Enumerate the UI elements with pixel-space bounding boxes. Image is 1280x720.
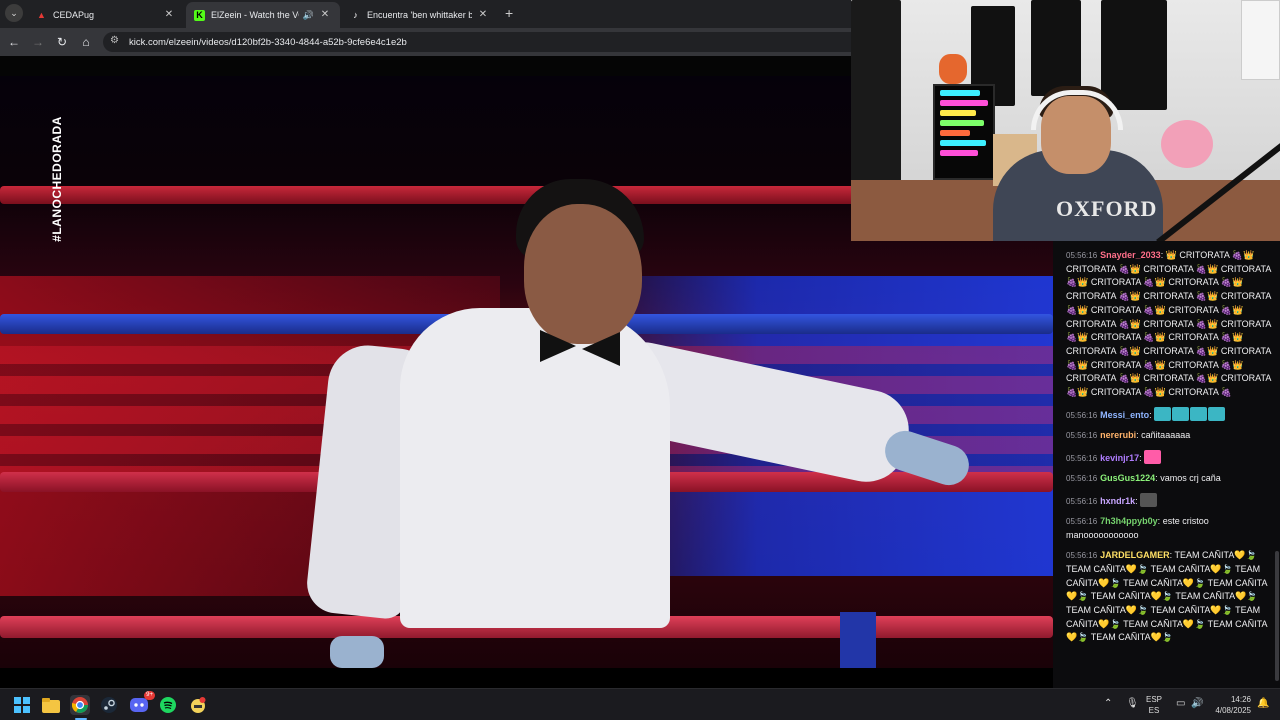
chat-username[interactable]: 7h3h4ppyb0y xyxy=(1100,516,1158,526)
reload-icon[interactable]: ↻ xyxy=(53,33,71,51)
bowtie xyxy=(540,326,620,370)
chat-username[interactable]: Messi_ento xyxy=(1100,410,1149,420)
chat-timestamp: 05:56:16 xyxy=(1066,251,1098,260)
tab-tiktok[interactable]: ♪ Encuentra 'ben whittaker boxin ✕ xyxy=(342,2,498,28)
chopper-plush xyxy=(1161,120,1213,168)
site-info-icon[interactable]: ⚙ xyxy=(110,35,119,46)
discord-icon[interactable]: 9+ xyxy=(129,691,155,715)
close-tab-icon[interactable]: ✕ xyxy=(318,8,332,22)
home-icon[interactable]: ⌂ xyxy=(77,33,95,51)
chat-timestamp: 05:56:16 xyxy=(1066,453,1098,463)
notifications-icon[interactable]: 🔔 xyxy=(1257,698,1269,720)
referee-face xyxy=(524,204,642,344)
referee-shirt xyxy=(400,308,670,628)
chat-username[interactable]: JARDELGAMER xyxy=(1100,550,1170,560)
chat-timestamp: 05:56:16 xyxy=(1066,551,1098,561)
discord-notification-badge: 9+ xyxy=(144,691,155,700)
clock-time: 14:26 xyxy=(1230,695,1251,704)
hashtag-text: #LANOCHEDORADA xyxy=(50,116,64,242)
file-explorer-icon[interactable] xyxy=(41,695,61,715)
new-tab-button[interactable]: + xyxy=(505,6,513,20)
chat-message-text: 👑 CRITORATA 🍇👑 CRITORATA 🍇👑 CRITORATA 🍇👑… xyxy=(1066,250,1271,398)
chat-emote-icon xyxy=(1140,492,1158,507)
chat-scrollbar[interactable] xyxy=(1275,551,1279,681)
chat-message: 05:56:16 JARDELGAMER: TEAM CAÑITA💛🍃 TEAM … xyxy=(1053,549,1280,645)
chat-message-text: TEAM CAÑITA💛🍃 TEAM CAÑITA💛🍃 TEAM CAÑITA💛… xyxy=(1066,550,1268,643)
chrome-icon[interactable] xyxy=(70,695,90,715)
plush-toy xyxy=(939,54,967,84)
chat-username[interactable]: Snayder_2033 xyxy=(1100,250,1161,260)
windows-taskbar: 9+ ⌃ 🎙 ESP ES ▭ 🔊 14:26 4/08/2025 🔔 xyxy=(0,688,1280,720)
back-icon[interactable]: ← xyxy=(5,33,23,51)
clock-date: 4/08/2025 xyxy=(1215,706,1251,715)
page-top-strip xyxy=(0,56,851,76)
chat-message: 05:56:16 Messi_ento: xyxy=(1053,406,1280,423)
chat-emote-icon xyxy=(1190,406,1208,421)
acoustic-panel xyxy=(1101,0,1167,110)
language-indicator[interactable]: ESP ES xyxy=(1146,694,1162,720)
neon-menu-board xyxy=(933,84,995,180)
microphone-icon[interactable]: 🎙 xyxy=(1126,698,1139,720)
tab-title: ElZeein - Watch the VOD on xyxy=(211,10,299,20)
cedapug-icon: ▲ xyxy=(37,10,46,20)
chat-message: 05:56:16 7h3h4ppyb0y: este cristoo manooo… xyxy=(1053,515,1280,542)
forward-icon[interactable]: → xyxy=(29,33,47,51)
acoustic-panel xyxy=(851,0,901,190)
referee-glove-left xyxy=(330,636,384,668)
chat-timestamp: 05:56:16 xyxy=(1066,410,1098,420)
volume-icon[interactable]: 🔊 xyxy=(1191,698,1203,720)
close-tab-icon[interactable]: ✕ xyxy=(162,8,176,22)
chat-emote-icon xyxy=(1154,406,1172,421)
app-icon[interactable] xyxy=(188,695,208,715)
chat-message-text: cañitaaaaaa xyxy=(1141,430,1191,441)
kick-icon: K xyxy=(194,9,205,21)
chat-emote-icon xyxy=(1172,406,1190,421)
tiktok-icon: ♪ xyxy=(353,10,358,20)
chat-message: 05:56:16 hxndr1k: xyxy=(1053,492,1280,509)
language-code: ESP xyxy=(1146,695,1163,704)
clock[interactable]: 14:26 4/08/2025 xyxy=(1211,694,1251,720)
chat-message: 05:56:16 GusGus1224: vamos crj caña xyxy=(1053,472,1280,486)
speaker-icon[interactable]: 🔊 xyxy=(303,10,314,21)
show-hidden-icons[interactable]: ⌃ xyxy=(1104,698,1112,720)
chat-timestamp: 05:56:16 xyxy=(1066,496,1098,506)
tab-title: CEDAPug xyxy=(53,10,95,20)
tab-search-icon[interactable]: ⌄ xyxy=(5,4,23,22)
tab-elzeein[interactable]: K ElZeein - Watch the VOD on 🔊 ✕ xyxy=(186,2,340,28)
chat-emote-icon xyxy=(1208,406,1226,421)
browser-tab-strip: ⌄ ▲ CEDAPug ✕ K ElZeein - Watch the VOD … xyxy=(0,0,851,28)
chat-timestamp: 05:56:16 xyxy=(1066,517,1098,527)
broadcast-hashtag-overlay: #LANOCHEDORADA xyxy=(49,116,65,244)
chat-timestamp: 05:56:16 xyxy=(1066,431,1098,441)
chat-username[interactable]: GusGus1224 xyxy=(1100,473,1155,483)
steam-icon[interactable] xyxy=(99,695,119,715)
chat-username[interactable]: hxndr1k xyxy=(1100,496,1135,506)
webcam-overlay: OXFORD xyxy=(851,0,1280,241)
screen: ⌄ ▲ CEDAPug ✕ K ElZeein - Watch the VOD … xyxy=(0,0,1280,720)
chat-username[interactable]: kevinjr17 xyxy=(1100,453,1139,463)
ring-corner-pad xyxy=(840,612,876,668)
close-tab-icon[interactable]: ✕ xyxy=(476,8,490,22)
acoustic-panel xyxy=(1031,0,1081,96)
browser-toolbar: ← → ↻ ⌂ ⚙ kick.com/elzeein/videos/d120bf… xyxy=(0,28,851,56)
chat-message: 05:56:16 kevinjr17: xyxy=(1053,449,1280,466)
tab-title: Encuentra 'ben whittaker boxin xyxy=(367,10,472,20)
wall-frame xyxy=(1241,0,1280,80)
shirt-text: OXFORD xyxy=(1056,196,1158,221)
keyboard-layout: ES xyxy=(1148,706,1160,715)
url-text[interactable]: kick.com/elzeein/videos/d120bf2b-3340-48… xyxy=(129,37,407,48)
network-icon[interactable]: ▭ xyxy=(1176,698,1185,720)
tab-cedapug[interactable]: ▲ CEDAPug ✕ xyxy=(28,2,184,28)
chat-username[interactable]: nererubi xyxy=(1100,430,1136,440)
chat-timestamp: 05:56:16 xyxy=(1066,474,1098,484)
chat-message: 05:56:16 nererubi: cañitaaaaaa xyxy=(1053,429,1280,443)
chat-panel: 05:56:16 Snayder_2033: 👑 CRITORATA 🍇👑 CRI… xyxy=(1053,241,1280,688)
chat-message: 05:56:16 Snayder_2033: 👑 CRITORATA 🍇👑 CRI… xyxy=(1053,249,1280,400)
spotify-icon[interactable] xyxy=(158,695,178,715)
address-bar[interactable]: ⚙ kick.com/elzeein/videos/d120bf2b-3340-… xyxy=(103,32,851,52)
chat-message-text: vamos crj caña xyxy=(1160,473,1221,484)
windows-start-icon[interactable] xyxy=(12,695,32,715)
chat-message-list: 05:56:16 Snayder_2033: 👑 CRITORATA 🍇👑 CRI… xyxy=(1053,249,1280,645)
chat-emote-icon xyxy=(1144,449,1162,464)
